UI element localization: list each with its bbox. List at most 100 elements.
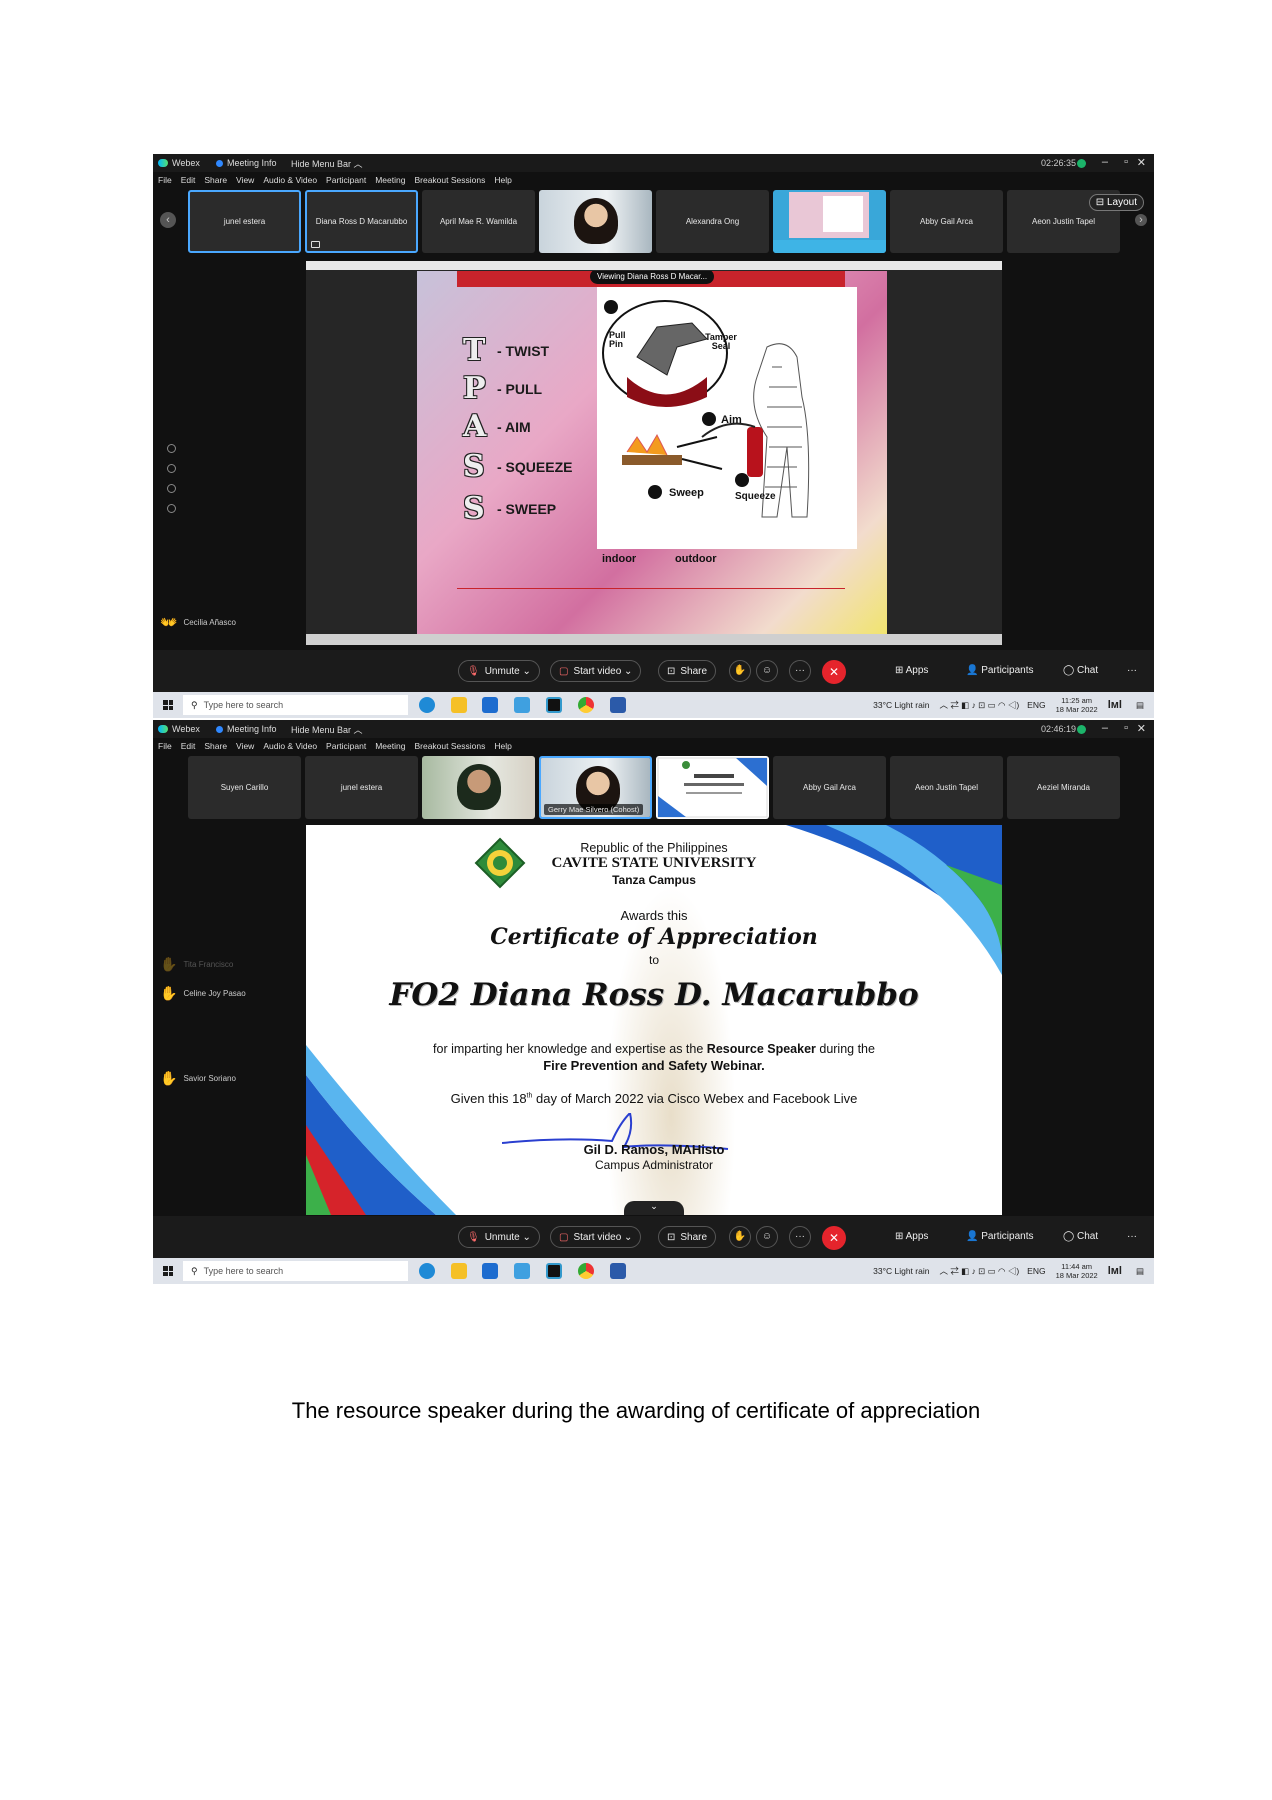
end-call-button[interactable]: ✕	[822, 660, 846, 684]
screen-tool-icon[interactable]	[167, 464, 176, 473]
taskbar-app-icon[interactable]: lмl	[1108, 699, 1122, 711]
shared-content-thumbnail[interactable]	[656, 756, 769, 819]
minimize-icon[interactable]: –	[1102, 722, 1108, 734]
weather-widget[interactable]: 33°C Light rain	[873, 700, 929, 710]
start-video-button[interactable]: ▢ Start video ⌄	[550, 1226, 642, 1248]
share-button[interactable]: ⊡ Share	[658, 1226, 717, 1248]
taskbar-app-icon[interactable]: lмl	[1108, 1265, 1122, 1277]
participant-video-tile[interactable]: Gerry Mae Silvero (Cohost)	[539, 756, 652, 819]
start-video-button[interactable]: ▢ Start video ⌄	[550, 660, 642, 682]
more-options-button[interactable]: ···	[789, 1226, 811, 1248]
shared-content-thumbnail[interactable]	[773, 190, 886, 253]
edge-icon[interactable]	[419, 697, 435, 713]
menu-participant[interactable]: Participant	[326, 175, 366, 185]
raise-hand-button[interactable]: ✋	[729, 1226, 751, 1248]
zoom-in-icon[interactable]	[167, 484, 176, 493]
mail-icon[interactable]	[482, 1263, 498, 1279]
chat-button[interactable]: ◯ Chat	[1063, 665, 1098, 676]
word-icon[interactable]	[610, 697, 626, 713]
menu-share[interactable]: Share	[204, 175, 227, 185]
menu-view[interactable]: View	[236, 175, 254, 185]
participants-button[interactable]: 👤 Participants	[966, 665, 1033, 676]
participant-tile[interactable]: Alexandra Ong	[656, 190, 769, 253]
notification-icon[interactable]: ▤	[1136, 700, 1144, 711]
hide-menu-bar-button[interactable]: Hide Menu Bar ︿	[291, 157, 363, 170]
language-indicator[interactable]: ENG	[1027, 1266, 1045, 1276]
windows-start-icon[interactable]	[163, 1266, 173, 1276]
participant-tile[interactable]: Aeziel Miranda	[1007, 756, 1120, 819]
layout-button[interactable]: ⊟ Layout	[1088, 194, 1144, 211]
restore-icon[interactable]: ▫	[1124, 156, 1128, 168]
chat-button[interactable]: ◯ Chat	[1063, 1231, 1098, 1242]
word-icon[interactable]	[610, 1263, 626, 1279]
participant-tile[interactable]: April Mae R. Wamilda	[422, 190, 535, 253]
file-explorer-icon[interactable]	[451, 697, 467, 713]
taskbar-search-input[interactable]: ⚲ Type here to search	[183, 695, 408, 715]
close-icon[interactable]: ✕	[1137, 156, 1146, 169]
participant-tile[interactable]: junel estera	[305, 756, 418, 819]
collapse-chevron-icon[interactable]: ⌄	[624, 1201, 684, 1215]
chrome-icon[interactable]	[578, 697, 594, 713]
reactions-icon[interactable]: ☺	[756, 660, 778, 682]
taskbar-search-input[interactable]: ⚲ Type here to search	[183, 1261, 408, 1281]
taskbar-clock[interactable]: 11:25 am 18 Mar 2022	[1056, 696, 1098, 714]
meeting-info-button[interactable]: Meeting Info	[216, 724, 291, 734]
webex-taskbar-icon[interactable]	[546, 697, 562, 713]
apps-button[interactable]: ⊞ Apps	[895, 1231, 928, 1242]
participant-tile[interactable]: junel estera	[188, 190, 301, 253]
close-icon[interactable]: ✕	[1137, 722, 1146, 735]
overflow-button[interactable]: ···	[1127, 665, 1137, 676]
filmstrip-prev-icon[interactable]: ‹	[160, 212, 176, 228]
menu-participant[interactable]: Participant	[326, 741, 366, 751]
minimize-icon[interactable]: –	[1102, 156, 1108, 168]
apps-button[interactable]: ⊞ Apps	[895, 665, 928, 676]
more-options-button[interactable]: ···	[789, 660, 811, 682]
participant-tile[interactable]: Abby Gail Arca	[773, 756, 886, 819]
menu-help[interactable]: Help	[494, 175, 511, 185]
unmute-button[interactable]: 🎙 Unmute ⌄	[458, 660, 540, 682]
file-explorer-icon[interactable]	[451, 1263, 467, 1279]
participant-tile[interactable]: Aeon Justin Tapel	[890, 756, 1003, 819]
menu-edit[interactable]: Edit	[181, 175, 196, 185]
taskbar-clock[interactable]: 11:44 am 18 Mar 2022	[1056, 1262, 1098, 1280]
app-icon[interactable]	[514, 1263, 530, 1279]
menu-audio-video[interactable]: Audio & Video	[263, 175, 317, 185]
share-button[interactable]: ⊡ Share	[658, 660, 717, 682]
restore-icon[interactable]: ▫	[1124, 722, 1128, 734]
menu-help[interactable]: Help	[494, 741, 511, 751]
windows-start-icon[interactable]	[163, 700, 173, 710]
notification-icon[interactable]: ▤	[1136, 1266, 1144, 1277]
participant-tile[interactable]: Abby Gail Arca	[890, 190, 1003, 253]
end-call-button[interactable]: ✕	[822, 1226, 846, 1250]
mail-icon[interactable]	[482, 697, 498, 713]
menu-edit[interactable]: Edit	[181, 741, 196, 751]
participant-video-tile[interactable]	[422, 756, 535, 819]
zoom-out-icon[interactable]	[167, 504, 176, 513]
menu-meeting[interactable]: Meeting	[375, 741, 405, 751]
menu-breakout-sessions[interactable]: Breakout Sessions	[414, 741, 485, 751]
chrome-icon[interactable]	[578, 1263, 594, 1279]
participant-tile[interactable]: Suyen Carillo	[188, 756, 301, 819]
filmstrip-next-icon[interactable]: ›	[1135, 214, 1147, 226]
menu-file[interactable]: File	[158, 175, 172, 185]
unmute-button[interactable]: 🎙 Unmute ⌄	[458, 1226, 540, 1248]
app-icon[interactable]	[514, 697, 530, 713]
raise-hand-button[interactable]: ✋	[729, 660, 751, 682]
language-indicator[interactable]: ENG	[1027, 700, 1045, 710]
menu-meeting[interactable]: Meeting	[375, 175, 405, 185]
participants-button[interactable]: 👤 Participants	[966, 1231, 1033, 1242]
weather-widget[interactable]: 33°C Light rain	[873, 1266, 929, 1276]
overflow-button[interactable]: ···	[1127, 1231, 1137, 1242]
menu-audio-video[interactable]: Audio & Video	[263, 741, 317, 751]
reactions-icon[interactable]: ☺	[756, 1226, 778, 1248]
participant-tile[interactable]: Diana Ross D Macarubbo	[305, 190, 418, 253]
edge-icon[interactable]	[419, 1263, 435, 1279]
hide-menu-bar-button[interactable]: Hide Menu Bar ︿	[291, 723, 363, 736]
menu-share[interactable]: Share	[204, 741, 227, 751]
pointer-tool-icon[interactable]	[167, 444, 176, 453]
menu-file[interactable]: File	[158, 741, 172, 751]
menu-breakout-sessions[interactable]: Breakout Sessions	[414, 175, 485, 185]
meeting-info-button[interactable]: Meeting Info	[216, 158, 291, 168]
menu-view[interactable]: View	[236, 741, 254, 751]
webex-taskbar-icon[interactable]	[546, 1263, 562, 1279]
